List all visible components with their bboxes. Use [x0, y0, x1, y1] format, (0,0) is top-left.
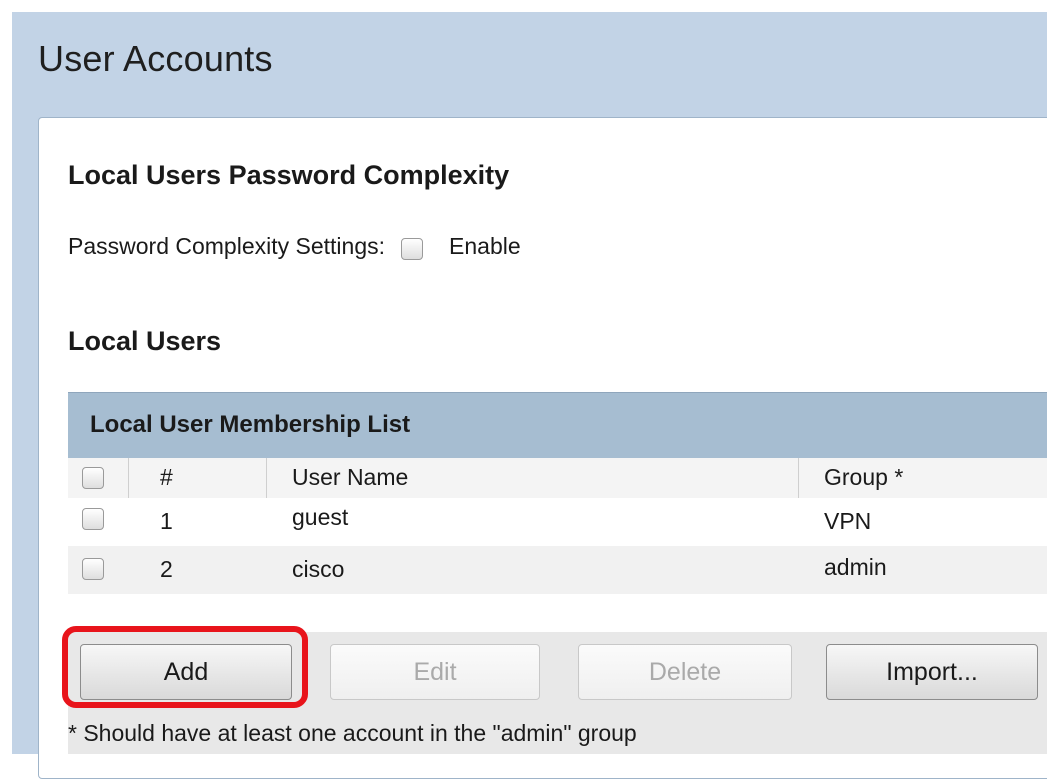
page-title: User Accounts — [38, 38, 273, 79]
table-caption-text: Local User Membership List — [90, 411, 411, 438]
row-group: VPN — [824, 508, 872, 534]
row-user-name: guest — [292, 504, 349, 530]
table-row[interactable]: 2 cisco admin — [68, 546, 1047, 594]
table-caption: Local User Membership List — [68, 392, 1047, 458]
table-row[interactable]: 1 guest VPN — [68, 498, 1047, 546]
password-complexity-row: Password Complexity Settings: Enable — [68, 232, 521, 260]
local-users-heading: Local Users — [68, 326, 222, 356]
column-divider — [266, 458, 267, 498]
enable-complexity-checkbox[interactable] — [401, 238, 424, 260]
import-button[interactable]: Import... — [826, 644, 1038, 700]
add-button[interactable]: Add — [80, 644, 292, 700]
left-margin — [0, 0, 12, 754]
column-header-group[interactable]: Group * — [824, 464, 903, 491]
password-complexity-heading: Local Users Password Complexity — [68, 160, 510, 190]
row-number: 2 — [160, 556, 173, 582]
delete-button[interactable]: Delete — [578, 644, 792, 700]
table-header-row: # User Name Group * — [68, 458, 1047, 499]
row-user-name: cisco — [292, 556, 345, 582]
column-divider — [798, 458, 799, 498]
column-divider — [128, 458, 129, 498]
footnote: * Should have at least one account in th… — [68, 712, 1047, 754]
row-checkbox[interactable] — [82, 558, 104, 580]
password-complexity-label: Password Complexity Settings: — [68, 232, 386, 259]
row-number: 1 — [160, 508, 173, 534]
enable-complexity-label: Enable — [449, 232, 521, 259]
footnote-text: * Should have at least one account in th… — [68, 720, 637, 746]
select-all-checkbox[interactable] — [82, 467, 104, 489]
row-checkbox[interactable] — [82, 508, 104, 530]
row-group: admin — [824, 554, 887, 580]
top-margin — [0, 0, 1047, 12]
local-user-membership-table: Local User Membership List # User Name G… — [68, 392, 1047, 632]
column-header-number: # — [160, 464, 173, 490]
column-header-user-name[interactable]: User Name — [292, 464, 408, 491]
edit-button[interactable]: Edit — [330, 644, 540, 700]
